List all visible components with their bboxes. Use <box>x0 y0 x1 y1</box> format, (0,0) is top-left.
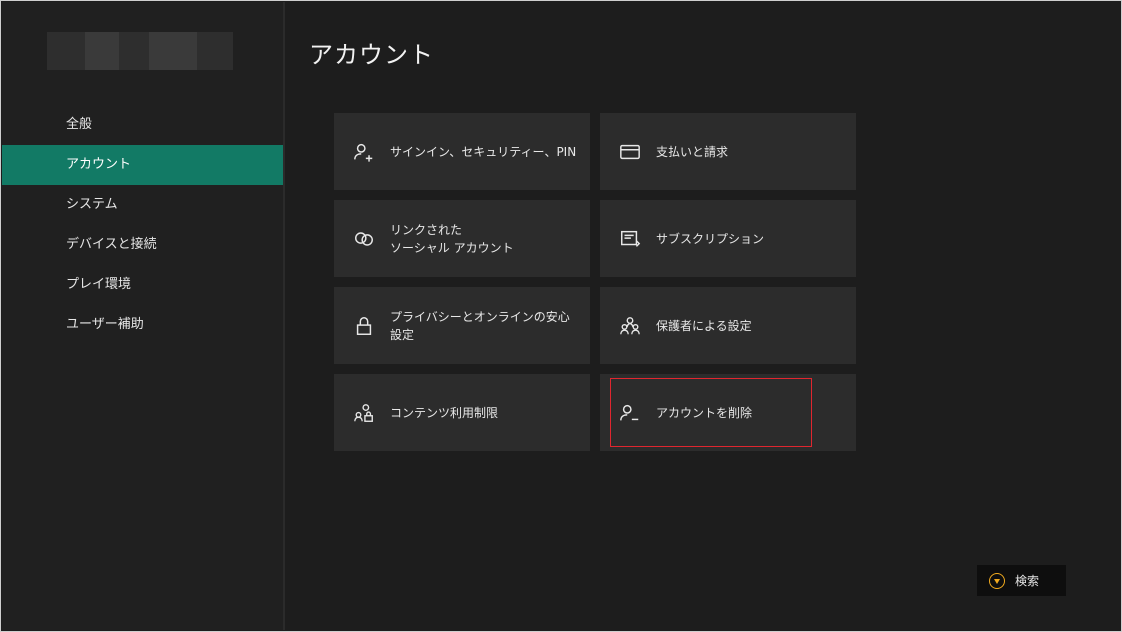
sidebar-item-system[interactable]: システム <box>2 185 283 225</box>
tile-label: 保護者による設定 <box>656 318 752 333</box>
profile-banner <box>47 32 233 70</box>
family-icon <box>618 314 642 338</box>
person-plus-icon <box>352 140 376 164</box>
tile-sign-in-security-pin[interactable]: サインイン、セキュリティー、PIN <box>334 113 590 190</box>
tile-privacy-online-safety[interactable]: プライバシーとオンラインの安心 設定 <box>334 287 590 364</box>
lock-icon <box>352 314 376 338</box>
console-settings-screen: 全般 アカウント システム デバイスと接続 プレイ環境 ユーザー補助 アカウント… <box>0 0 1122 632</box>
sidebar-item-account[interactable]: アカウント <box>2 145 283 185</box>
content-restriction-icon <box>352 401 376 425</box>
tile-label: サインイン、セキュリティー、PIN <box>390 144 577 159</box>
tile-payment-billing[interactable]: 支払いと請求 <box>600 113 856 190</box>
sidebar-nav: 全般 アカウント システム デバイスと接続 プレイ環境 ユーザー補助 <box>2 105 283 345</box>
tile-subscriptions[interactable]: サブスクリプション <box>600 200 856 277</box>
tile-label: サブスクリプション <box>656 231 765 246</box>
sidebar-divider <box>283 2 285 630</box>
account-tiles-grid: サインイン、セキュリティー、PIN 支払いと請求 リンクされた ソーシャル アカ… <box>334 113 858 451</box>
profile-banner-block <box>149 32 197 70</box>
sidebar: 全般 アカウント システム デバイスと接続 プレイ環境 ユーザー補助 <box>2 2 283 630</box>
profile-banner-block <box>85 32 119 70</box>
sidebar-item-general[interactable]: 全般 <box>2 105 283 145</box>
tile-label: アカウントを削除 <box>656 405 753 420</box>
sidebar-item-play-environment[interactable]: プレイ環境 <box>2 265 283 305</box>
search-button[interactable]: 検索 <box>977 565 1066 596</box>
tile-content-restrictions[interactable]: コンテンツ利用制限 <box>334 374 590 451</box>
sidebar-item-devices[interactable]: デバイスと接続 <box>2 225 283 265</box>
tile-parental-controls[interactable]: 保護者による設定 <box>600 287 856 364</box>
tile-linked-social-accounts[interactable]: リンクされた ソーシャル アカウント <box>334 200 590 277</box>
credit-card-icon <box>618 140 642 164</box>
subscription-icon <box>618 227 642 251</box>
tile-label: プライバシーとオンラインの安心 設定 <box>390 309 570 342</box>
linked-accounts-icon <box>352 227 376 251</box>
tile-label: リンクされた ソーシャル アカウント <box>390 222 514 255</box>
y-button-icon <box>989 572 1005 589</box>
search-label: 検索 <box>1015 574 1040 588</box>
sidebar-item-accessibility[interactable]: ユーザー補助 <box>2 305 283 345</box>
page-title: アカウント <box>309 41 434 69</box>
person-remove-icon <box>618 401 642 425</box>
tile-delete-account[interactable]: アカウントを削除 <box>600 374 856 451</box>
tile-label: コンテンツ利用制限 <box>390 405 499 420</box>
tile-label: 支払いと請求 <box>656 144 729 159</box>
